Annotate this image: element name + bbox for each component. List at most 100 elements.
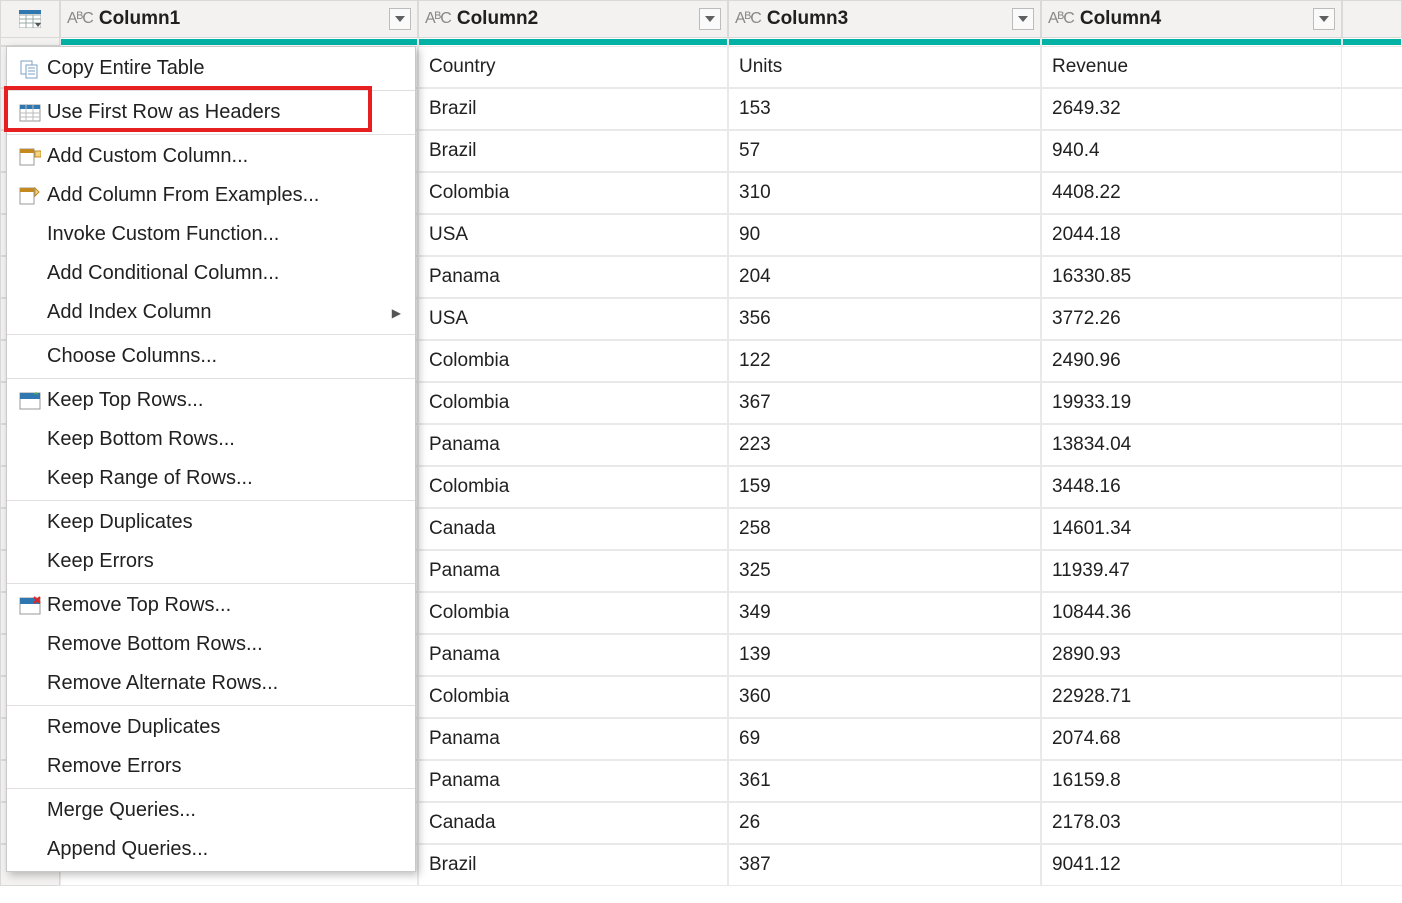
menu-item-keep-duplicates[interactable]: Keep Duplicates xyxy=(7,503,415,542)
menu-item-add-column-from-examples[interactable]: Add Column From Examples... xyxy=(7,176,415,215)
menu-item-choose-columns[interactable]: Choose Columns... xyxy=(7,337,415,376)
column-header-1[interactable]: AᴮCColumn1 xyxy=(60,0,418,38)
cell-col4[interactable]: Revenue xyxy=(1041,46,1342,88)
cell-col3[interactable]: 361 xyxy=(728,760,1041,802)
menu-item-label: Add Custom Column... xyxy=(47,145,401,168)
cell-col3[interactable]: 356 xyxy=(728,298,1041,340)
column-filter-button[interactable] xyxy=(389,8,411,30)
cell-col4[interactable]: 16330.85 xyxy=(1041,256,1342,298)
cell-col2[interactable]: Colombia xyxy=(418,172,728,214)
cell-col2[interactable]: Brazil xyxy=(418,130,728,172)
menu-item-remove-bottom-rows[interactable]: Remove Bottom Rows... xyxy=(7,625,415,664)
cell-col2[interactable]: Colombia xyxy=(418,340,728,382)
cell-col3[interactable]: 90 xyxy=(728,214,1041,256)
menu-item-remove-alternate-rows[interactable]: Remove Alternate Rows... xyxy=(7,664,415,703)
cell-col3[interactable]: 367 xyxy=(728,382,1041,424)
cell-col2[interactable]: Brazil xyxy=(418,88,728,130)
cell-col2[interactable]: Panama xyxy=(418,718,728,760)
table-corner-button[interactable] xyxy=(0,0,60,38)
cell-col3[interactable]: 325 xyxy=(728,550,1041,592)
menu-item-use-first-row-as-headers[interactable]: Use First Row as Headers xyxy=(7,93,415,132)
cell-col2[interactable]: Brazil xyxy=(418,844,728,886)
column-filter-button[interactable] xyxy=(1313,8,1335,30)
menu-item-remove-errors[interactable]: Remove Errors xyxy=(7,747,415,786)
cell-col4[interactable]: 2044.18 xyxy=(1041,214,1342,256)
cell-col3[interactable]: 204 xyxy=(728,256,1041,298)
cell-col4[interactable]: 3772.26 xyxy=(1041,298,1342,340)
menu-item-keep-range-of-rows[interactable]: Keep Range of Rows... xyxy=(7,459,415,498)
cell-col2[interactable]: Canada xyxy=(418,508,728,550)
cell-col4[interactable]: 940.4 xyxy=(1041,130,1342,172)
menu-item-icon xyxy=(13,596,47,616)
cell-overflow xyxy=(1342,172,1402,214)
cell-col4[interactable]: 3448.16 xyxy=(1041,466,1342,508)
cell-col4[interactable]: 2649.32 xyxy=(1041,88,1342,130)
cell-col3[interactable]: 360 xyxy=(728,676,1041,718)
cell-col4[interactable]: 4408.22 xyxy=(1041,172,1342,214)
menu-item-keep-bottom-rows[interactable]: Keep Bottom Rows... xyxy=(7,420,415,459)
column-header-4[interactable]: AᴮCColumn4 xyxy=(1041,0,1342,38)
cell-col4[interactable]: 22928.71 xyxy=(1041,676,1342,718)
cell-col2[interactable]: Panama xyxy=(418,256,728,298)
menu-item-add-conditional-column[interactable]: Add Conditional Column... xyxy=(7,254,415,293)
cell-col4[interactable]: 9041.12 xyxy=(1041,844,1342,886)
cell-col3[interactable]: 310 xyxy=(728,172,1041,214)
menu-item-remove-duplicates[interactable]: Remove Duplicates xyxy=(7,708,415,747)
cell-col4[interactable]: 10844.36 xyxy=(1041,592,1342,634)
cell-col4[interactable]: 16159.8 xyxy=(1041,760,1342,802)
menu-item-keep-top-rows[interactable]: Keep Top Rows... xyxy=(7,381,415,420)
cell-col3[interactable]: Units xyxy=(728,46,1041,88)
column-filter-button[interactable] xyxy=(1012,8,1034,30)
cell-col4[interactable]: 2490.96 xyxy=(1041,340,1342,382)
cell-col3[interactable]: 26 xyxy=(728,802,1041,844)
cell-col2[interactable]: Colombia xyxy=(418,592,728,634)
cell-col2[interactable]: Colombia xyxy=(418,676,728,718)
cell-col4[interactable]: 19933.19 xyxy=(1041,382,1342,424)
cell-overflow xyxy=(1342,844,1402,886)
column-header-3[interactable]: AᴮCColumn3 xyxy=(728,0,1041,38)
column-overflow xyxy=(1342,0,1402,38)
cell-col2[interactable]: Colombia xyxy=(418,466,728,508)
cell-col3[interactable]: 57 xyxy=(728,130,1041,172)
cell-col4[interactable]: 2890.93 xyxy=(1041,634,1342,676)
column-header-2[interactable]: AᴮCColumn2 xyxy=(418,0,728,38)
menu-item-add-index-column[interactable]: Add Index Column▶ xyxy=(7,293,415,332)
cell-col2[interactable]: Panama xyxy=(418,550,728,592)
cell-overflow xyxy=(1342,634,1402,676)
cell-col4[interactable]: 2178.03 xyxy=(1041,802,1342,844)
cell-col3[interactable]: 223 xyxy=(728,424,1041,466)
menu-item-label: Keep Range of Rows... xyxy=(47,467,401,490)
menu-item-merge-queries[interactable]: Merge Queries... xyxy=(7,791,415,830)
menu-item-invoke-custom-function[interactable]: Invoke Custom Function... xyxy=(7,215,415,254)
cell-col2[interactable]: Canada xyxy=(418,802,728,844)
column-filter-button[interactable] xyxy=(699,8,721,30)
cell-col4[interactable]: 14601.34 xyxy=(1041,508,1342,550)
cell-col3[interactable]: 258 xyxy=(728,508,1041,550)
cell-col4[interactable]: 13834.04 xyxy=(1041,424,1342,466)
cell-col2[interactable]: Panama xyxy=(418,760,728,802)
menu-item-append-queries[interactable]: Append Queries... xyxy=(7,830,415,869)
column-name: Column2 xyxy=(457,8,699,30)
menu-item-icon xyxy=(13,147,47,167)
cell-col4[interactable]: 2074.68 xyxy=(1041,718,1342,760)
cell-col3[interactable]: 349 xyxy=(728,592,1041,634)
cell-col3[interactable]: 387 xyxy=(728,844,1041,886)
cell-col3[interactable]: 159 xyxy=(728,466,1041,508)
menu-item-remove-top-rows[interactable]: Remove Top Rows... xyxy=(7,586,415,625)
menu-item-keep-errors[interactable]: Keep Errors xyxy=(7,542,415,581)
cell-col3[interactable]: 69 xyxy=(728,718,1041,760)
cell-col2[interactable]: USA xyxy=(418,298,728,340)
cell-col2[interactable]: Panama xyxy=(418,634,728,676)
menu-item-add-custom-column[interactable]: Add Custom Column... xyxy=(7,137,415,176)
cell-col2[interactable]: Country xyxy=(418,46,728,88)
cell-col3[interactable]: 139 xyxy=(728,634,1041,676)
cell-col2[interactable]: USA xyxy=(418,214,728,256)
cell-col2[interactable]: Colombia xyxy=(418,382,728,424)
menu-separator xyxy=(7,134,415,135)
cell-col3[interactable]: 153 xyxy=(728,88,1041,130)
menu-item-copy-entire-table[interactable]: Copy Entire Table xyxy=(7,49,415,88)
cell-col2[interactable]: Panama xyxy=(418,424,728,466)
cell-col4[interactable]: 11939.47 xyxy=(1041,550,1342,592)
menu-item-label: Add Column From Examples... xyxy=(47,184,401,207)
cell-col3[interactable]: 122 xyxy=(728,340,1041,382)
